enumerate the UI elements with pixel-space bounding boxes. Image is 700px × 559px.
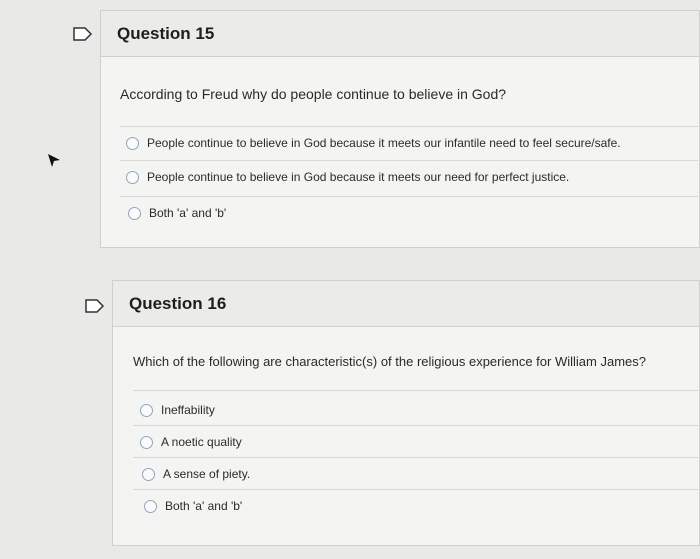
option-divider [120, 160, 698, 161]
answer-option[interactable]: Both 'a' and 'b' [144, 499, 242, 513]
option-label: People continue to believe in God becaus… [147, 170, 570, 184]
radio-button[interactable] [140, 403, 153, 417]
option-divider [133, 457, 698, 458]
question-prompt: Which of the following are characteristi… [133, 354, 646, 369]
flag-icon[interactable] [72, 26, 94, 42]
question-prompt: According to Freud why do people continu… [120, 86, 507, 102]
radio-button[interactable] [126, 170, 139, 184]
option-label: Ineffability [161, 403, 215, 417]
answer-option[interactable]: People continue to believe in God becaus… [126, 136, 621, 150]
question-title: Question 15 [101, 11, 699, 57]
question-title: Question 16 [113, 281, 699, 327]
option-label: A noetic quality [161, 435, 242, 449]
answer-option[interactable]: A sense of piety. [142, 467, 250, 481]
radio-button[interactable] [140, 435, 153, 449]
option-divider [120, 196, 698, 197]
option-label: A sense of piety. [163, 467, 251, 481]
radio-button[interactable] [144, 499, 157, 513]
answer-option[interactable]: A noetic quality [140, 435, 242, 449]
option-label: People continue to believe in God becaus… [147, 136, 621, 150]
option-divider [120, 126, 698, 127]
option-divider [133, 425, 698, 426]
radio-button[interactable] [126, 136, 139, 150]
answer-option[interactable]: Both 'a' and 'b' [128, 206, 226, 220]
answer-option[interactable]: Ineffability [140, 403, 215, 417]
option-divider [133, 489, 698, 490]
mouse-cursor-icon [48, 154, 60, 167]
radio-button[interactable] [128, 206, 141, 220]
option-label: Both 'a' and 'b' [165, 499, 243, 513]
radio-button[interactable] [142, 467, 155, 481]
answer-option[interactable]: People continue to believe in God becaus… [126, 170, 569, 184]
option-label: Both 'a' and 'b' [149, 206, 227, 220]
option-divider [133, 390, 698, 391]
flag-icon[interactable] [84, 298, 106, 314]
